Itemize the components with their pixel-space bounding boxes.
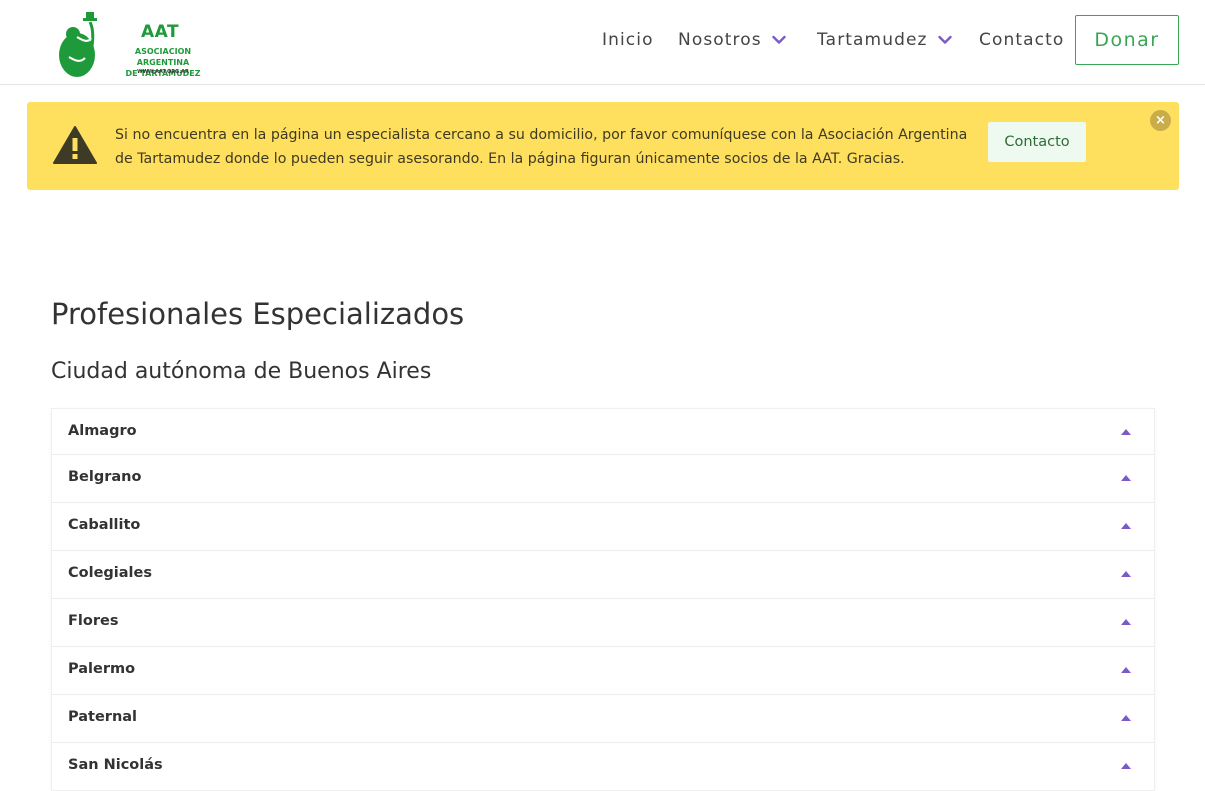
nav-nosotros[interactable]: Nosotros <box>678 30 786 50</box>
nav-inicio-label: Inicio <box>602 30 654 50</box>
accordion-label: San Nicolás <box>68 757 163 773</box>
accordion-label: Caballito <box>68 517 141 533</box>
chevron-down-icon <box>937 30 952 50</box>
caret-up-icon <box>1121 429 1131 435</box>
accordion-label: Almagro <box>68 423 137 439</box>
accordion-item-flores[interactable]: Flores <box>51 599 1155 647</box>
accordion-item-caballito[interactable]: Caballito <box>51 503 1155 551</box>
caret-up-icon <box>1121 475 1131 481</box>
logo-title: AAT <box>141 22 180 42</box>
chevron-down-icon <box>772 30 786 50</box>
neighborhood-accordion: Almagro Belgrano Caballito Colegiales Fl… <box>51 408 1155 791</box>
nav-nosotros-label: Nosotros <box>678 30 762 50</box>
alert-message: Si no encuentra en la página un especial… <box>115 127 968 167</box>
nav-contacto[interactable]: Contacto <box>979 30 1064 50</box>
caret-up-icon <box>1121 523 1131 529</box>
accordion-label: Palermo <box>68 661 136 677</box>
page-title: Profesionales Especializados <box>51 297 465 331</box>
accordion-item-colegiales[interactable]: Colegiales <box>51 551 1155 599</box>
site-header: AAT ASOCIACION ARGENTINA DE TARTAMUDEZ W… <box>0 0 1205 85</box>
accordion-item-paternal[interactable]: Paternal <box>51 695 1155 743</box>
aat-logo[interactable]: AAT ASOCIACION ARGENTINA DE TARTAMUDEZ W… <box>55 12 220 80</box>
logo-figure-icon <box>59 12 97 77</box>
alert-contact-button[interactable]: Contacto <box>988 122 1086 162</box>
region-heading: Ciudad autónoma de Buenos Aires <box>51 359 432 384</box>
accordion-label: Paternal <box>68 709 138 725</box>
accordion-item-palermo[interactable]: Palermo <box>51 647 1155 695</box>
logo-subtitle-line1: ASOCIACION ARGENTINA <box>134 47 192 67</box>
accordion-item-almagro[interactable]: Almagro <box>51 408 1155 455</box>
warning-triangle-icon <box>52 125 98 169</box>
accordion-item-belgrano[interactable]: Belgrano <box>51 455 1155 503</box>
caret-up-icon <box>1121 715 1131 721</box>
accordion-label: Flores <box>68 613 119 629</box>
close-icon[interactable]: × <box>1150 110 1171 131</box>
caret-up-icon <box>1121 571 1131 577</box>
caret-up-icon <box>1121 667 1131 673</box>
donate-button[interactable]: Donar <box>1075 15 1179 65</box>
caret-up-icon <box>1121 619 1131 625</box>
logo-url: WWW.AAT.ORG.AR <box>137 69 189 75</box>
nav-inicio[interactable]: Inicio <box>602 30 654 50</box>
nav-contacto-label: Contacto <box>979 30 1065 50</box>
caret-up-icon <box>1121 763 1131 769</box>
nav-tartamudez-label: Tartamudez <box>817 30 928 50</box>
nav-tartamudez[interactable]: Tartamudez <box>817 30 952 50</box>
accordion-label: Belgrano <box>68 469 142 485</box>
notice-alert: Si no encuentra en la página un especial… <box>27 102 1179 190</box>
accordion-item-san-nicolas[interactable]: San Nicolás <box>51 743 1155 791</box>
accordion-label: Colegiales <box>68 565 152 581</box>
